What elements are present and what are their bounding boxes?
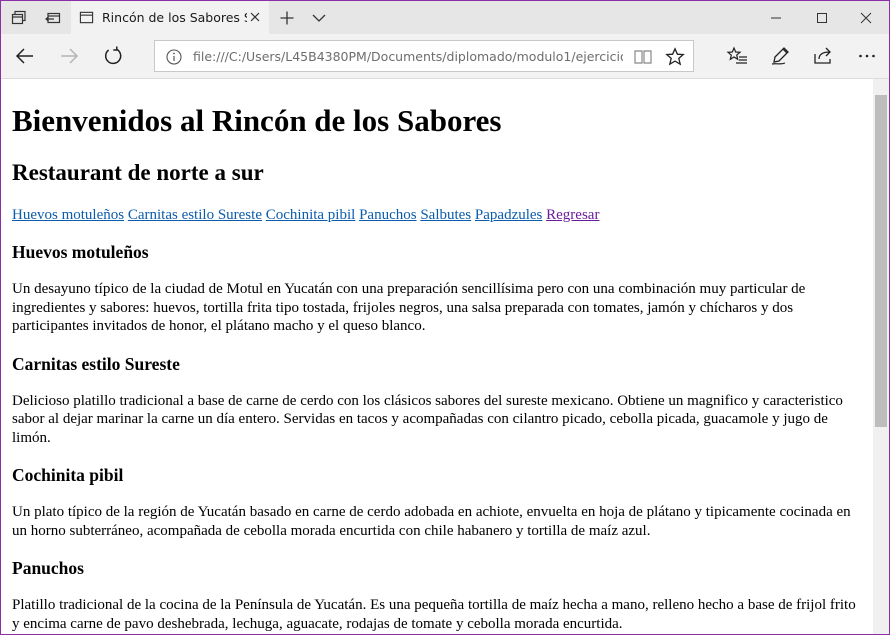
- more-icon: [859, 54, 875, 58]
- tab-active[interactable]: Rincón de los Sabores S: [71, 1, 269, 34]
- section-text-huevos-motulenos: Un desayuno típico de la ciudad de Motul…: [12, 281, 806, 334]
- reading-view-icon: [634, 50, 652, 64]
- close-window-button[interactable]: [843, 1, 889, 34]
- tabs-aside-icon: [11, 10, 26, 24]
- new-tab-button[interactable]: [269, 1, 305, 34]
- reading-view-button[interactable]: [631, 45, 655, 69]
- forward-button[interactable]: [47, 34, 91, 78]
- back-arrow-icon: [15, 48, 33, 64]
- link-carnitas-estilo-sureste[interactable]: Carnitas estilo Sureste: [128, 207, 262, 223]
- set-aside-tabs-icon: [45, 12, 61, 23]
- page-title: Bienvenidos al Rincón de los Sabores: [12, 103, 502, 138]
- notes-button[interactable]: [758, 34, 802, 78]
- page-icon: [79, 11, 94, 24]
- back-button[interactable]: [3, 34, 47, 78]
- share-button[interactable]: [801, 34, 845, 78]
- share-icon: [814, 47, 831, 64]
- address-text[interactable]: file:///C:/Users/L45B4380PM/Documents/di…: [193, 49, 623, 64]
- section-heading-huevos-motulenos: Huevos motuleños: [12, 242, 149, 262]
- page-content: Bienvenidos al Rincón de los Sabores Res…: [1, 102, 873, 633]
- section-heading-carnitas: Carnitas estilo Sureste: [12, 353, 180, 374]
- info-icon[interactable]: [165, 48, 183, 66]
- browser-window: Rincón de los Sabores S file:///C:/Users…: [0, 0, 890, 635]
- section-heading-panuchos: Panuchos: [12, 558, 84, 578]
- refresh-button[interactable]: [91, 34, 135, 78]
- refresh-icon: [104, 46, 122, 65]
- minimize-button[interactable]: [753, 1, 799, 34]
- minimize-icon: [771, 17, 781, 18]
- pen-icon: [771, 47, 789, 65]
- section-text-cochinita-pibil: Un plato típico de la región de Yucatán …: [12, 504, 851, 539]
- tab-strip: Rincón de los Sabores S: [1, 1, 889, 34]
- page-viewport: Bienvenidos al Rincón de los Sabores Res…: [1, 79, 873, 634]
- more-button[interactable]: [845, 34, 889, 78]
- maximize-button[interactable]: [799, 1, 845, 34]
- tab-list-button[interactable]: [301, 1, 337, 34]
- tabs-aside-button[interactable]: [1, 1, 37, 34]
- close-icon: [860, 12, 872, 23]
- section-heading-cochinita-pibil: Cochinita pibil: [12, 465, 124, 485]
- tab-title: Rincón de los Sabores S: [102, 10, 247, 25]
- address-bar[interactable]: file:///C:/Users/L45B4380PM/Documents/di…: [154, 40, 694, 72]
- link-papadzules[interactable]: Papadzules: [475, 207, 542, 223]
- set-aside-tabs-button[interactable]: [35, 1, 71, 34]
- favorites-hub-button[interactable]: [715, 34, 759, 78]
- page-subtitle: Restaurant de norte a sur: [12, 160, 264, 185]
- favorite-button[interactable]: [663, 45, 687, 69]
- chevron-down-icon: [312, 14, 326, 22]
- vertical-scrollbar[interactable]: [873, 79, 889, 634]
- star-icon: [665, 47, 685, 66]
- link-regresar[interactable]: Regresar: [546, 207, 599, 223]
- link-salbutes[interactable]: Salbutes: [420, 207, 471, 223]
- link-huevos-motulenos[interactable]: Huevos motuleños: [12, 207, 124, 223]
- maximize-icon: [817, 12, 827, 23]
- section-text-carnitas: Delicioso platillo tradicional a base de…: [12, 392, 843, 446]
- favorites-list-icon: [726, 46, 747, 64]
- section-text-panuchos: Platillo tradicional de la cocina de la …: [12, 597, 856, 632]
- navigation-bar: file:///C:/Users/L45B4380PM/Documents/di…: [1, 34, 889, 79]
- scrollbar-thumb[interactable]: [875, 95, 887, 427]
- forward-arrow-icon: [61, 48, 79, 64]
- link-panuchos[interactable]: Panuchos: [359, 207, 417, 223]
- link-cochinita-pibil[interactable]: Cochinita pibil: [266, 207, 356, 223]
- plus-icon: [280, 11, 294, 24]
- close-icon[interactable]: [247, 9, 263, 25]
- dish-links: Huevos motuleños Carnitas estilo Sureste…: [12, 206, 862, 224]
